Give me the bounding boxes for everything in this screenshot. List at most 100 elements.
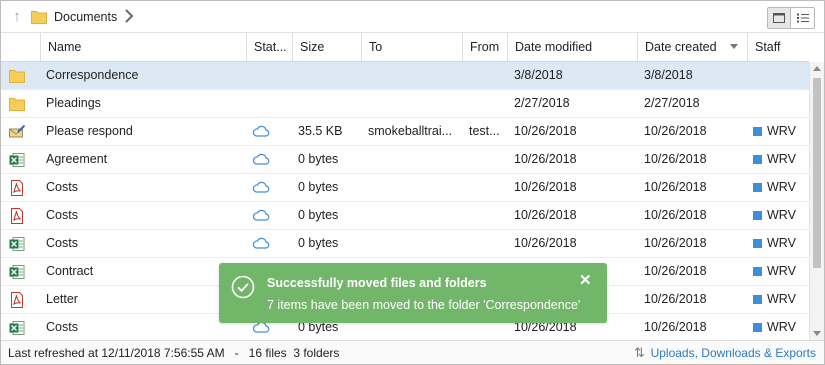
col-to-header[interactable]: To	[361, 33, 462, 61]
file-count: 16 files	[248, 346, 287, 360]
table-header: Name Stat... Size To From Date modified …	[1, 33, 809, 62]
excel-file-icon	[9, 320, 25, 336]
cloud-icon	[252, 202, 270, 229]
cell-staff: WRV	[753, 230, 807, 257]
details-view-icon[interactable]	[791, 8, 814, 28]
cloud-icon	[252, 230, 270, 257]
breadcrumb[interactable]: Documents	[54, 10, 117, 24]
table-row[interactable]: Correspondence 3/8/2018 3/8/2018	[1, 62, 809, 90]
cell-to	[368, 230, 460, 257]
staff-color-swatch	[753, 211, 762, 220]
uploads-downloads-link[interactable]: Uploads, Downloads & Exports	[651, 346, 816, 360]
cell-staff: WRV	[753, 258, 807, 285]
chevron-right-icon[interactable]	[124, 8, 134, 24]
status-bar: Last refreshed at 12/11/2018 7:56:55 AM …	[1, 340, 824, 364]
cell-size	[298, 62, 358, 89]
cell-size: 0 bytes	[298, 208, 339, 222]
cell-created: 10/26/2018	[644, 264, 707, 278]
cell-modified: 10/26/2018	[514, 208, 577, 222]
cell-from	[469, 146, 505, 173]
cell-size: 0 bytes	[298, 152, 339, 166]
staff-initials: WRV	[767, 264, 796, 278]
cell-name: Costs	[46, 236, 78, 250]
pdf-file-icon	[9, 292, 25, 308]
folder-count: 3 folders	[293, 346, 340, 360]
cell-staff	[753, 62, 807, 89]
table-row[interactable]: Costs 0 bytes 10/26/2018 10/26/2018 WRV	[1, 202, 809, 230]
pdf-file-icon	[9, 180, 25, 196]
col-created-header[interactable]: Date created	[637, 33, 747, 61]
cell-modified: 2/27/2018	[514, 96, 570, 110]
cell-to: smokeballtrai...	[368, 124, 453, 138]
cell-created: 10/26/2018	[644, 152, 707, 166]
cell-modified: 10/26/2018	[514, 180, 577, 194]
table-row[interactable]: Costs 0 bytes 10/26/2018 10/26/2018 WRV	[1, 230, 809, 258]
cell-from: test...	[469, 124, 500, 138]
folder-icon	[31, 11, 47, 24]
cell-to	[368, 202, 460, 229]
staff-initials: WRV	[767, 124, 796, 138]
staff-color-swatch	[753, 323, 762, 332]
col-staff-header[interactable]: Staff	[747, 33, 809, 61]
cell-modified: 10/26/2018	[514, 152, 577, 166]
toast-message: 7 items have been moved to the folder 'C…	[267, 298, 581, 312]
cloud-icon	[252, 174, 270, 201]
cell-staff: WRV	[753, 174, 807, 201]
cell-created: 3/8/2018	[644, 68, 693, 82]
vertical-scrollbar[interactable]	[809, 62, 824, 340]
cell-name: Contract	[46, 264, 94, 278]
scroll-up-icon[interactable]	[813, 66, 821, 71]
excel-file-icon	[9, 236, 25, 252]
col-status-header[interactable]: Stat...	[246, 33, 292, 61]
cell-staff: WRV	[753, 314, 807, 340]
col-size-header[interactable]: Size	[292, 33, 361, 61]
cell-name: Letter	[46, 292, 78, 306]
close-icon[interactable]: ✕	[579, 273, 592, 288]
staff-initials: WRV	[767, 320, 796, 334]
cell-created: 10/26/2018	[644, 180, 707, 194]
col-icon-header[interactable]	[1, 33, 40, 61]
up-arrow-icon[interactable]: ↑	[9, 8, 25, 26]
scroll-down-icon[interactable]	[813, 331, 821, 336]
last-refreshed: Last refreshed at 12/11/2018 7:56:55 AM	[8, 346, 225, 360]
folder-icon	[9, 96, 25, 112]
cell-staff: WRV	[753, 146, 807, 173]
cell-created: 10/26/2018	[644, 208, 707, 222]
cloud-icon	[252, 118, 270, 145]
cell-name: Please respond	[46, 124, 133, 138]
staff-color-swatch	[753, 183, 762, 192]
cell-size	[298, 90, 358, 117]
staff-initials: WRV	[767, 208, 796, 222]
cell-to	[368, 174, 460, 201]
cell-to	[368, 62, 460, 89]
cell-to	[368, 90, 460, 117]
col-name-header[interactable]: Name	[40, 33, 246, 61]
staff-initials: WRV	[767, 152, 796, 166]
col-modified-header[interactable]: Date modified	[507, 33, 637, 61]
cell-size: 0 bytes	[298, 236, 339, 250]
staff-color-swatch	[753, 239, 762, 248]
cell-created: 10/26/2018	[644, 292, 707, 306]
staff-color-swatch	[753, 295, 762, 304]
cell-from	[469, 174, 505, 201]
table-row[interactable]: Costs 0 bytes 10/26/2018 10/26/2018 WRV	[1, 174, 809, 202]
cell-created: 10/26/2018	[644, 124, 707, 138]
view-toggle	[767, 7, 815, 29]
transfer-icon: ⇅	[634, 345, 645, 360]
cell-size: 0 bytes	[298, 180, 339, 194]
scroll-thumb[interactable]	[813, 78, 821, 268]
table-row[interactable]: Pleadings 2/27/2018 2/27/2018	[1, 90, 809, 118]
folder-icon	[9, 68, 25, 84]
cell-created: 10/26/2018	[644, 320, 707, 334]
staff-color-swatch	[753, 155, 762, 164]
table-row[interactable]: Please respond 35.5 KB smokeballtrai... tes…	[1, 118, 809, 146]
toolbar: ↑ Documents	[1, 1, 824, 33]
check-circle-icon	[231, 275, 255, 299]
success-toast: Successfully moved files and folders 7 i…	[219, 263, 607, 323]
col-from-header[interactable]: From	[462, 33, 507, 61]
cell-staff	[753, 90, 807, 117]
cell-created: 10/26/2018	[644, 236, 707, 250]
status-separator: -	[234, 346, 239, 360]
tile-view-icon[interactable]	[768, 8, 792, 28]
table-row[interactable]: Agreement 0 bytes 10/26/2018 10/26/2018 WRV	[1, 146, 809, 174]
